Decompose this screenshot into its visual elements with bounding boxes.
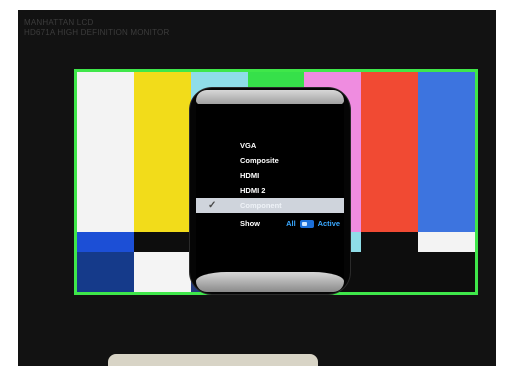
- osd-bottom-cap: [196, 272, 344, 292]
- brand-label: MANHATTAN LCD: [24, 18, 94, 27]
- midrow-segment-2: [133, 232, 191, 252]
- source-label: HDMI 2: [240, 186, 266, 195]
- bars-segment-7: [418, 72, 475, 232]
- model-label: HD671A HIGH DEFINITION MONITOR: [24, 28, 170, 37]
- source-label: Composite: [240, 156, 279, 165]
- midrow-segment-7: [418, 232, 475, 252]
- source-item-composite[interactable]: Composite: [196, 153, 344, 168]
- show-label: Show: [240, 219, 260, 228]
- check-icon: ✓: [208, 200, 217, 211]
- source-item-hdmi-2[interactable]: HDMI 2: [196, 183, 344, 198]
- source-list: VGA Composite HDMI HDMI 2 ✓ Component Sh…: [196, 138, 344, 233]
- midrow-segment-1: [77, 232, 134, 252]
- bottomrow-segment-6: [361, 252, 419, 292]
- bottomrow-segment-7: [418, 252, 475, 292]
- source-item-vga[interactable]: VGA: [196, 138, 344, 153]
- show-filter-row: Show All Active: [196, 215, 344, 233]
- source-item-component[interactable]: ✓ Component: [196, 198, 344, 213]
- source-label: Component: [240, 201, 282, 210]
- bottomrow-segment-2: [133, 252, 191, 292]
- bars-segment-6: [361, 72, 419, 232]
- show-all-option[interactable]: All: [286, 219, 296, 228]
- monitor-photo: MANHATTAN LCD HD671A HIGH DEFINITION MON…: [18, 10, 496, 366]
- bars-segment-1: [77, 72, 134, 232]
- osd-panel: VGA Composite HDMI HDMI 2 ✓ Component Sh…: [196, 104, 344, 278]
- show-toggle-switch[interactable]: [299, 220, 314, 229]
- show-active-option[interactable]: Active: [318, 219, 341, 228]
- bars-segment-2: [133, 72, 191, 232]
- monitor-stand-edge: [108, 354, 318, 366]
- input-source-menu: VGA Composite HDMI HDMI 2 ✓ Component Sh…: [190, 88, 350, 294]
- bottomrow-segment-1: [77, 252, 134, 292]
- midrow-segment-6: [361, 232, 419, 252]
- source-item-hdmi[interactable]: HDMI: [196, 168, 344, 183]
- source-label: HDMI: [240, 171, 260, 180]
- source-label: VGA: [240, 141, 257, 150]
